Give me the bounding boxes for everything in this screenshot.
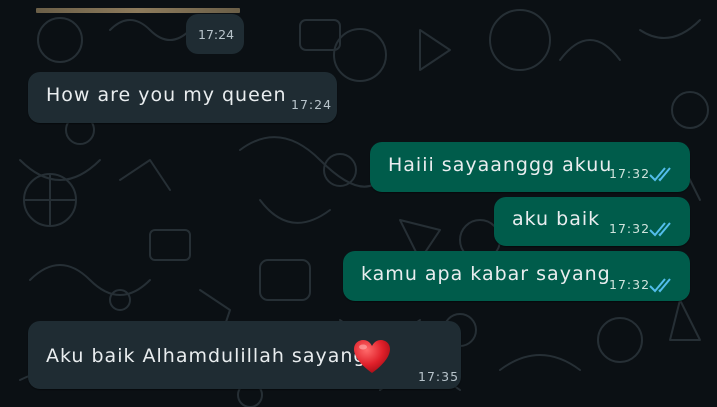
read-double-check-icon [649, 278, 671, 293]
message-time: 17:24 [291, 97, 333, 112]
message-time: 17:35 [418, 369, 460, 384]
media-thumbnail-edge[interactable] [36, 8, 240, 13]
read-double-check-icon [649, 222, 671, 237]
message-text: Aku baik Alhamdulillah sayang [46, 345, 367, 367]
outgoing-message-bubble[interactable]: aku baik 17:32 [494, 197, 690, 246]
message-text: aku baik [512, 208, 601, 230]
message-text: kamu apa kabar sayang [361, 263, 611, 285]
outgoing-message-bubble[interactable]: Haiii sayaanggg akuu 17:32 [370, 142, 690, 192]
message-text: Haiii sayaanggg akuu [388, 154, 613, 176]
message-time: 17:32 [609, 166, 651, 181]
message-text: How are you my queen [46, 84, 287, 106]
incoming-message-bubble[interactable]: Aku baik Alhamdulillah sayang 17:35 [28, 321, 461, 389]
message-time: 17:32 [609, 221, 651, 236]
message-time: 17:32 [609, 277, 651, 292]
read-double-check-icon [649, 167, 671, 182]
outgoing-message-bubble[interactable]: kamu apa kabar sayang 17:32 [343, 251, 690, 301]
message-time: 17:24 [198, 27, 235, 42]
incoming-message-bubble[interactable]: How are you my queen 17:24 [28, 72, 337, 123]
media-message-bubble[interactable]: 17:24 [186, 14, 244, 54]
red-heart-icon [354, 340, 390, 373]
